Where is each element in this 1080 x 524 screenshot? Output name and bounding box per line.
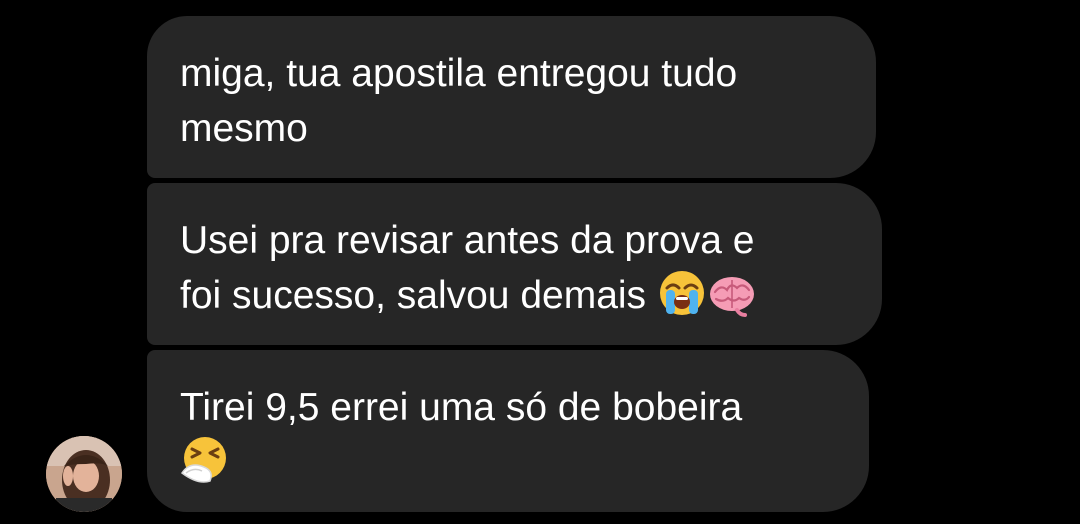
loudly-crying-face-emoji: [657, 268, 707, 318]
sender-avatar[interactable]: [46, 436, 122, 512]
message-bubble-1[interactable]: miga, tua apostila entregou tudo mesmo: [147, 16, 876, 178]
message-thread: miga, tua apostila entregou tudo mesmo U…: [0, 0, 1080, 524]
sneezing-face-emoji: [180, 435, 230, 485]
message-bubble-2[interactable]: Usei pra revisar antes da prova e foi su…: [147, 183, 882, 345]
message-text-3: Tirei 9,5 errei uma só de bobeira: [180, 386, 743, 429]
brain-emoji: [707, 268, 757, 318]
message-bubble-3[interactable]: Tirei 9,5 errei uma só de bobeira: [147, 350, 869, 512]
sender-avatar-photo: [46, 436, 122, 512]
message-text-1: miga, tua apostila entregou tudo mesmo: [180, 52, 738, 150]
